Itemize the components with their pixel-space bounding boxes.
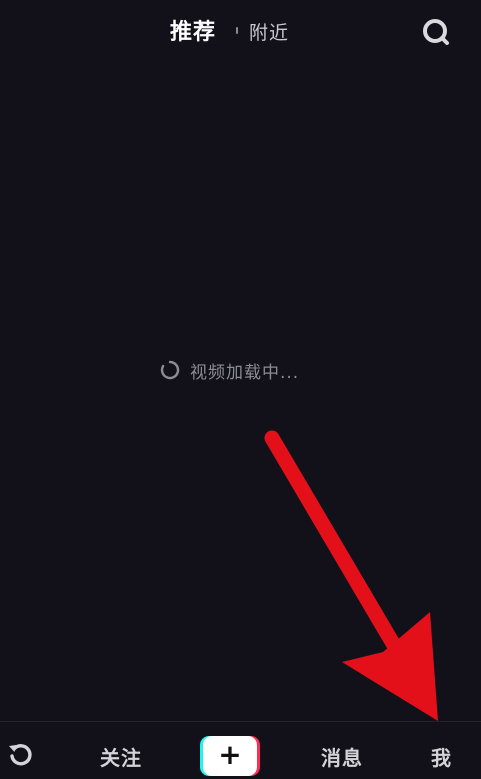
red-arrow-annotation: [264, 430, 438, 721]
search-button[interactable]: [420, 16, 452, 48]
search-icon: [423, 19, 449, 45]
bottom-nav: 关注 + 消息 我: [0, 721, 481, 779]
create-button[interactable]: +: [200, 736, 260, 776]
tab-recommend[interactable]: 推荐: [170, 14, 216, 46]
loading-indicator: 视频加载中...: [160, 358, 300, 383]
loading-spinner-icon: [160, 360, 180, 380]
plus-icon: +: [218, 738, 242, 771]
create-button-face: +: [203, 736, 257, 776]
nav-follow[interactable]: 关注: [100, 742, 142, 771]
tab-divider: [236, 27, 238, 34]
app-screen: 推荐 附近 视频加载中... 关注 + 消息 我: [0, 0, 481, 779]
refresh-icon: [9, 744, 32, 766]
tab-nearby[interactable]: 附近: [249, 18, 289, 45]
nav-me[interactable]: 我: [431, 742, 451, 771]
loading-text: 视频加载中...: [190, 362, 300, 383]
nav-messages[interactable]: 消息: [321, 742, 363, 771]
refresh-button[interactable]: [6, 740, 36, 770]
top-bar: 推荐 附近: [0, 0, 481, 62]
